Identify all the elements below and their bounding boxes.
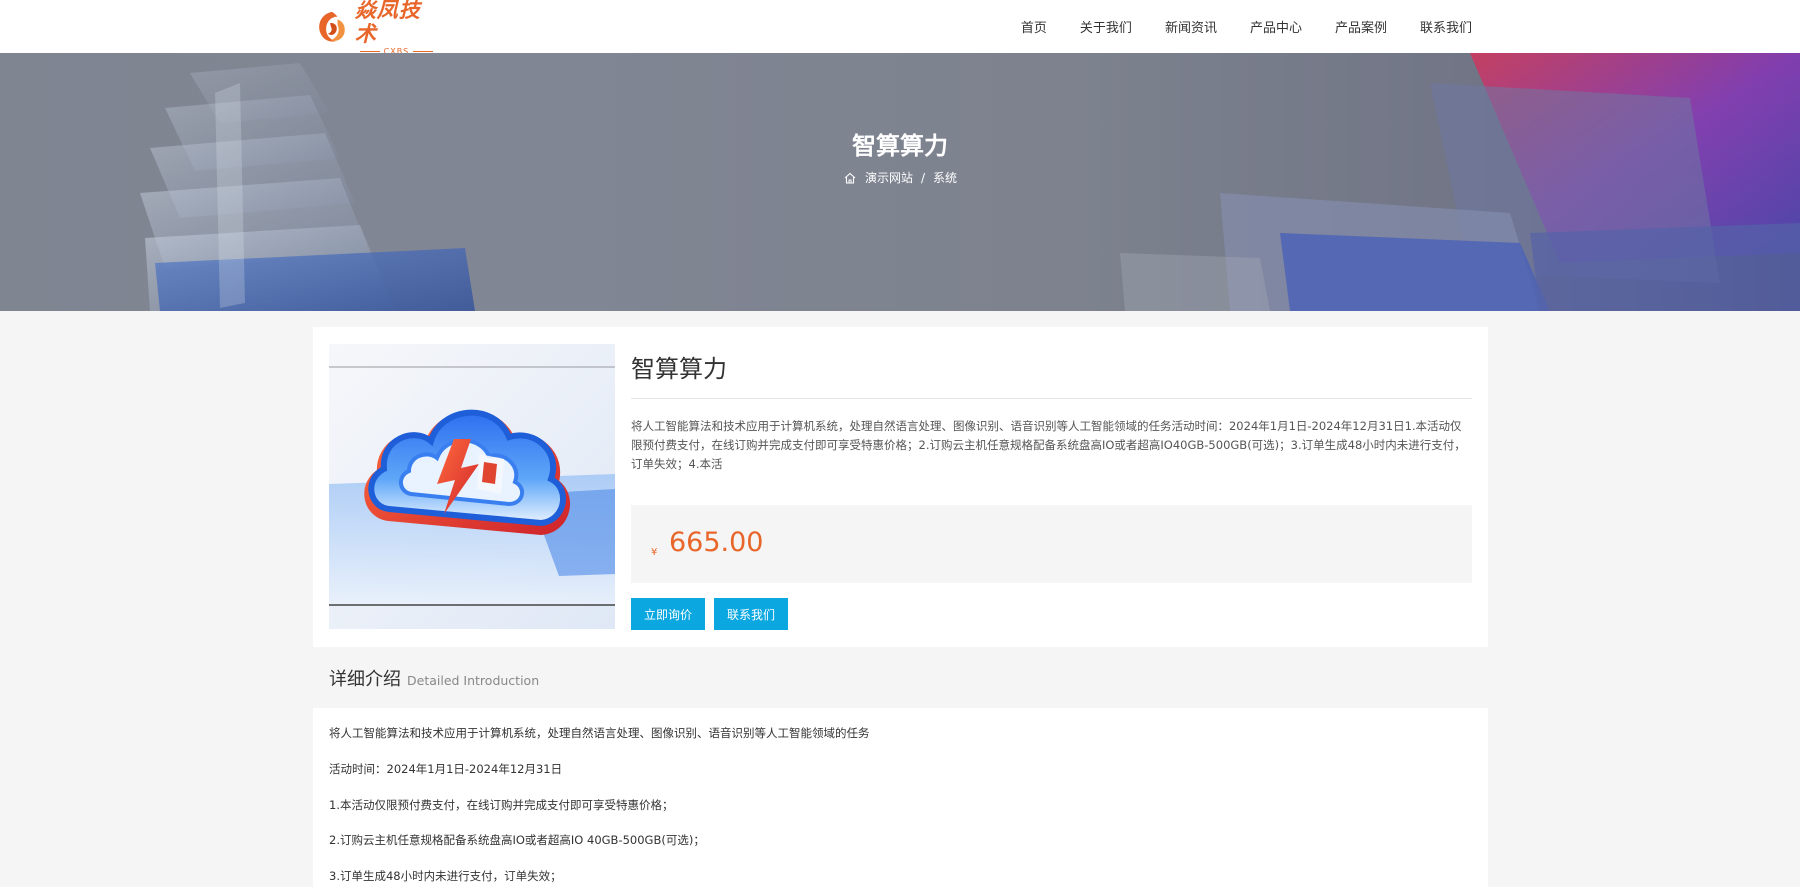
- nav-contact[interactable]: 联系我们: [1420, 17, 1472, 36]
- home-icon: [844, 172, 856, 184]
- title-divider: [631, 398, 1472, 399]
- price-currency: ¥: [651, 547, 658, 558]
- contact-button[interactable]: 联系我们: [714, 598, 788, 630]
- detail-line: 活动时间：2024年1月1日-2024年12月31日: [329, 762, 563, 776]
- site-header: 焱凤技术 CXBS 首页 关于我们 新闻资讯 产品中心 产品案例 联系我们: [0, 0, 1800, 56]
- nav-about[interactable]: 关于我们: [1080, 17, 1132, 36]
- page-banner: 智算算力 演示网站 / 系统: [0, 53, 1800, 311]
- logo-line-left: [359, 51, 380, 52]
- banner-title: 智算算力: [852, 132, 948, 160]
- detail-line: 3.订单生成48小时内未进行支付，订单失效；: [329, 869, 562, 883]
- product-card: 智算算力 将人工智能算法和技术应用于计算机系统，处理自然语言处理、图像识别、语音…: [313, 327, 1488, 647]
- nav-cases[interactable]: 产品案例: [1335, 17, 1387, 36]
- cloud-lightning-icon: [329, 344, 615, 629]
- breadcrumb: 演示网站 / 系统: [0, 169, 1800, 186]
- logo-line-right: [413, 51, 434, 52]
- details-heading: 详细介绍 Detailed Introduction: [329, 665, 539, 691]
- product-description: 将人工智能算法和技术应用于计算机系统，处理自然语言处理、图像识别、语音识别等人工…: [631, 419, 1466, 471]
- inquiry-button[interactable]: 立即询价: [631, 598, 705, 630]
- product-title: 智算算力: [631, 355, 727, 383]
- breadcrumb-home[interactable]: 演示网站: [865, 169, 913, 186]
- detail-line: 将人工智能算法和技术应用于计算机系统，处理自然语言处理、图像识别、语音识别等人工…: [329, 726, 870, 740]
- price-box: ¥ 665.00: [631, 505, 1472, 583]
- breadcrumb-separator: /: [920, 170, 926, 185]
- details-title-cn: 详细介绍: [329, 669, 401, 690]
- detail-line: 2.订购云主机任意规格配备系统盘高IO或者超高IO 40GB-500GB(可选)…: [329, 833, 705, 847]
- price-value: 665.00: [669, 527, 764, 558]
- logo-name: 焱凤技术: [354, 0, 421, 46]
- details-title-en: Detailed Introduction: [407, 673, 540, 688]
- site-logo[interactable]: 焱凤技术 CXBS: [313, 0, 438, 56]
- breadcrumb-current: 系统: [933, 171, 958, 185]
- details-content: 将人工智能算法和技术应用于计算机系统，处理自然语言处理、图像识别、语音识别等人工…: [313, 708, 1488, 887]
- nav-products[interactable]: 产品中心: [1250, 17, 1302, 36]
- main-nav: 首页 关于我们 新闻资讯 产品中心 产品案例 联系我们: [1021, 0, 1472, 53]
- nav-home[interactable]: 首页: [1021, 17, 1047, 36]
- logo-text: 焱凤技术 CXBS: [355, 0, 438, 56]
- nav-news[interactable]: 新闻资讯: [1165, 17, 1217, 36]
- product-image[interactable]: [329, 344, 615, 629]
- detail-line: 1.本活动仅限预付费支付，在线订购并完成支付即可享受特惠价格；: [329, 798, 674, 812]
- phoenix-logo-icon: [319, 11, 345, 42]
